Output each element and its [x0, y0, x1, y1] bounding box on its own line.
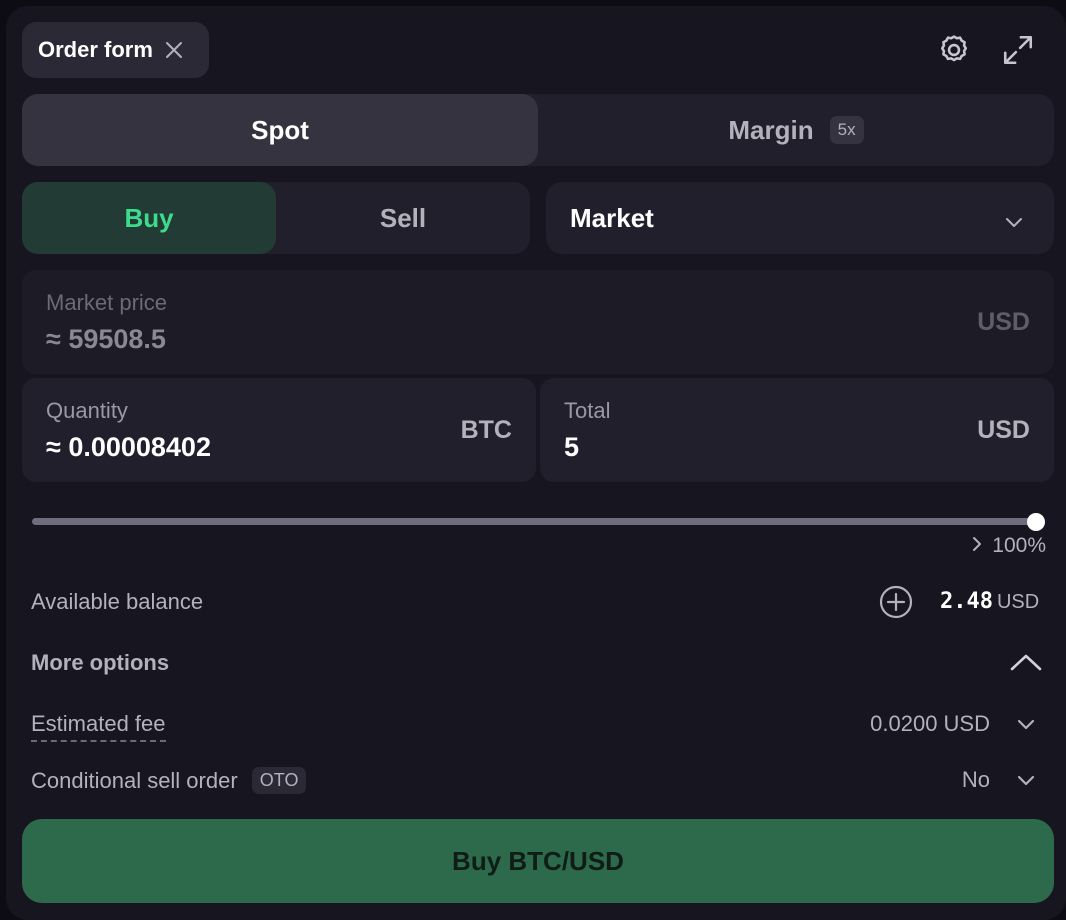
- conditional-sell-value[interactable]: No: [962, 767, 990, 793]
- buy-submit-button[interactable]: Buy BTC/USD: [22, 819, 1054, 903]
- conditional-sell-label: Conditional sell order OTO: [31, 767, 307, 794]
- amount-slider-track[interactable]: [32, 518, 1036, 525]
- order-type-select[interactable]: Market: [546, 182, 1054, 254]
- tab-label: Order form: [38, 37, 153, 62]
- tab-margin[interactable]: Margin 5x: [538, 94, 1054, 166]
- balance-label: Available balance: [31, 589, 204, 614]
- slider-percent-label: 100%: [992, 534, 1046, 557]
- quantity-unit: BTC: [460, 416, 512, 444]
- quantity-label: Quantity: [46, 398, 128, 423]
- tab-sell[interactable]: Sell: [276, 182, 530, 254]
- chevron-down-icon[interactable]: [1015, 713, 1037, 735]
- leverage-badge: 5x: [829, 116, 864, 144]
- quantity-field[interactable]: Quantity ≈ 0.00008402 BTC: [22, 378, 536, 482]
- tab-spot[interactable]: Spot: [22, 94, 538, 166]
- tab-buy[interactable]: Buy: [22, 182, 276, 254]
- balance-value: 2.48: [940, 589, 993, 614]
- more-options-label[interactable]: More options: [31, 650, 169, 676]
- balance-unit: USD: [996, 591, 1040, 613]
- order-type-value: Market: [570, 202, 654, 233]
- order-form-tab[interactable]: Order form: [22, 22, 209, 78]
- market-price-unit: USD: [977, 308, 1030, 336]
- market-price-field: Market price ≈ 59508.5 USD: [22, 270, 1054, 374]
- market-price-label: Market price: [46, 290, 168, 315]
- balance-amount: 2.48 USD: [940, 589, 1039, 614]
- conditional-sell-text: Conditional sell order: [31, 768, 238, 793]
- chevron-down-icon[interactable]: [1015, 769, 1037, 791]
- market-price-value: ≈ 59508.5: [46, 324, 166, 354]
- estimated-fee-text: Estimated fee: [31, 711, 166, 742]
- total-label: Total: [564, 398, 611, 423]
- tab-spot-label: Spot: [251, 114, 309, 145]
- add-funds-icon[interactable]: [879, 585, 913, 619]
- total-field[interactable]: Total 5 USD: [540, 378, 1054, 482]
- total-unit: USD: [977, 416, 1030, 444]
- chevron-up-icon[interactable]: [1008, 650, 1044, 674]
- buy-submit-label: Buy BTC/USD: [452, 845, 624, 876]
- tab-buy-label: Buy: [124, 202, 174, 233]
- estimated-fee-value: 0.0200 USD: [870, 711, 990, 736]
- estimated-fee-label[interactable]: Estimated fee: [31, 711, 166, 742]
- slider-percent[interactable]: 100%: [970, 534, 1046, 558]
- close-icon[interactable]: [165, 41, 183, 59]
- chevron-down-icon: [1004, 208, 1024, 239]
- quantity-value[interactable]: ≈ 0.00008402: [46, 432, 211, 463]
- gear-icon[interactable]: [934, 30, 974, 70]
- oto-badge: OTO: [251, 767, 307, 794]
- total-value[interactable]: 5: [564, 432, 579, 463]
- amount-slider-thumb[interactable]: [1027, 513, 1045, 531]
- chevron-right-icon: [970, 534, 984, 558]
- tab-margin-label: Margin: [728, 114, 814, 145]
- tab-sell-label: Sell: [379, 202, 427, 233]
- expand-icon[interactable]: [998, 30, 1038, 70]
